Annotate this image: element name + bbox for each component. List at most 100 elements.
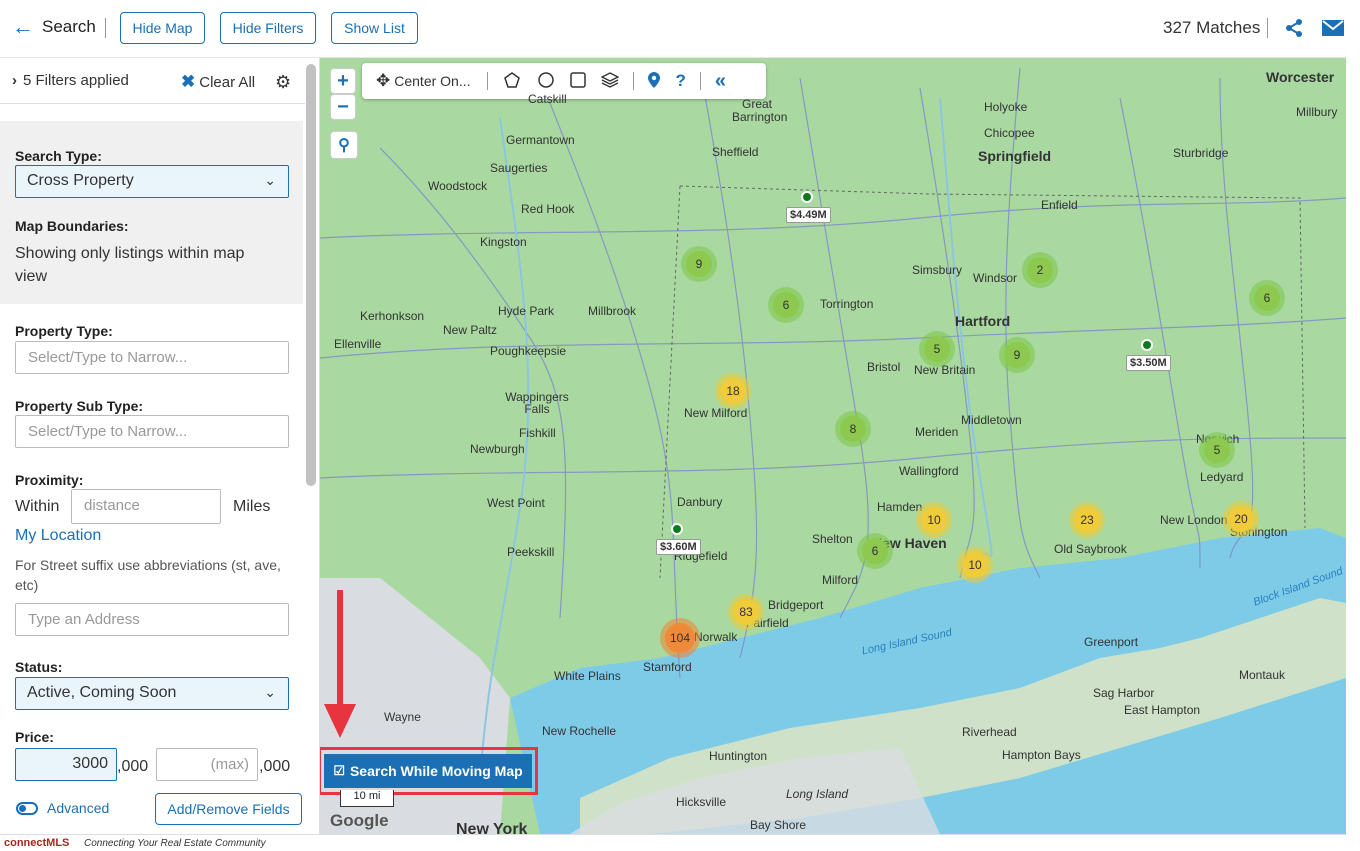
pin-dot <box>801 191 813 203</box>
listing-cluster[interactable]: 5 <box>1199 432 1235 468</box>
city-label: Wallingford <box>899 464 959 478</box>
filters-sidebar: › 5 Filters applied ✖ Clear All ⚙ Search… <box>0 58 320 834</box>
my-location-link[interactable]: My Location <box>15 527 101 545</box>
price-min-input[interactable]: 3000 <box>15 748 117 781</box>
listing-cluster[interactable]: 20 <box>1223 501 1259 537</box>
city-label: Old Saybrook <box>1054 542 1127 556</box>
city-label: Greenport <box>1084 635 1139 649</box>
city-label: Danbury <box>677 495 723 509</box>
scrollbar[interactable] <box>306 64 316 486</box>
search-while-moving-map-inner: ☑ Search While Moving Map <box>324 754 532 788</box>
city-label: Sturbridge <box>1173 146 1229 160</box>
city-label: Bridgeport <box>768 598 824 612</box>
zoom-search-icon[interactable]: ⚲ <box>330 131 358 159</box>
filters-applied-label: 5 Filters applied <box>23 72 129 89</box>
city-label: White Plains <box>554 669 621 683</box>
email-icon[interactable] <box>1322 20 1344 41</box>
listing-cluster[interactable]: 8 <box>835 411 871 447</box>
listing-cluster[interactable]: 6 <box>857 533 893 569</box>
map-view[interactable]: + − ⚲ ✥ Center On... ? « Catskill Great … <box>320 58 1346 834</box>
cluster-count: 23 <box>1074 507 1100 533</box>
zoom-in-button[interactable]: + <box>330 68 356 94</box>
listing-cluster[interactable]: 6 <box>1249 280 1285 316</box>
listing-cluster[interactable]: 5 <box>919 331 955 367</box>
city-label: Sag Harbor <box>1093 686 1155 700</box>
center-on-button[interactable]: Center On... <box>394 73 470 89</box>
city-label: West Point <box>487 496 545 510</box>
city-label: Springfield <box>978 148 1052 164</box>
hide-map-button[interactable]: Hide Map <box>120 12 205 44</box>
city-label: Huntington <box>709 749 768 763</box>
listing-cluster[interactable]: 9 <box>681 246 717 282</box>
divider <box>632 72 634 90</box>
city-label: Shelton <box>812 532 853 546</box>
crosshair-icon[interactable]: ✥ <box>376 71 390 91</box>
city-label: Worcester <box>1266 69 1335 85</box>
checkbox-icon: ☑ <box>333 763 345 778</box>
circle-icon[interactable] <box>537 71 555 92</box>
city-label: Simsbury <box>912 263 963 277</box>
city-label: Windsor <box>973 271 1018 285</box>
rectangle-icon[interactable] <box>569 71 586 91</box>
city-label: Milford <box>822 573 859 587</box>
city-label: Red Hook <box>521 202 575 216</box>
chevron-right-icon: › <box>12 72 17 89</box>
listing-cluster[interactable]: 83 <box>728 594 764 630</box>
back-to-search[interactable]: ← Search <box>12 16 96 38</box>
listing-cluster[interactable]: 10 <box>957 547 993 583</box>
listing-cluster[interactable]: 23 <box>1069 502 1105 538</box>
brand-logo: connectMLS <box>4 837 70 849</box>
distance-input[interactable]: distance <box>71 489 221 524</box>
city-label: New Rochelle <box>542 724 617 738</box>
cluster-count: 2 <box>1027 257 1053 283</box>
gear-icon[interactable]: ⚙ <box>275 72 291 93</box>
divider <box>105 18 106 38</box>
cluster-count: 5 <box>924 336 950 362</box>
pin-dot <box>1141 339 1153 351</box>
status-select[interactable]: Active, Coming Soon ⌄ <box>15 677 289 710</box>
google-logo: Google <box>330 811 389 830</box>
listing-cluster[interactable]: 10 <box>916 502 952 538</box>
show-list-button[interactable]: Show List <box>331 12 418 44</box>
share-icon[interactable] <box>1284 18 1304 43</box>
advanced-toggle[interactable] <box>16 802 38 815</box>
scale-bar: 10 mi <box>340 790 394 807</box>
cluster-count: 83 <box>733 599 759 625</box>
city-label: Millbrook <box>588 304 637 318</box>
property-sub-type-input[interactable]: Select/Type to Narrow... <box>15 415 289 448</box>
add-remove-fields-button[interactable]: Add/Remove Fields <box>155 793 302 825</box>
map-pin-icon[interactable] <box>647 71 660 91</box>
layers-icon[interactable] <box>599 71 620 92</box>
listing-cluster[interactable]: 6 <box>768 287 804 323</box>
address-input[interactable]: Type an Address <box>15 603 289 636</box>
hide-filters-button[interactable]: Hide Filters <box>220 12 316 44</box>
polygon-icon[interactable] <box>503 71 521 92</box>
search-while-moving-map-button[interactable]: ☑ Search While Moving Map <box>320 747 538 795</box>
help-icon[interactable]: ? <box>676 71 686 91</box>
price-label: Price: <box>15 729 54 745</box>
search-type-select[interactable]: Cross Property ⌄ <box>15 165 289 198</box>
listing-cluster[interactable]: 9 <box>999 337 1035 373</box>
listing-cluster[interactable]: 18 <box>715 373 751 409</box>
price-max-input[interactable]: (max) <box>156 748 258 781</box>
listing-cluster[interactable]: 104 <box>660 618 700 658</box>
city-label: Fishkill <box>519 426 556 440</box>
listing-cluster[interactable]: 2 <box>1022 252 1058 288</box>
city-label: Wayne <box>384 710 421 724</box>
collapse-toolbar-icon[interactable]: « <box>715 70 726 93</box>
street-hint: For Street suffix use abbreviations (st,… <box>15 557 281 593</box>
zoom-out-button[interactable]: − <box>330 94 356 120</box>
city-label: Meriden <box>915 425 959 439</box>
clear-all-button[interactable]: ✖ Clear All <box>181 72 255 92</box>
miles-label: Miles <box>233 498 271 515</box>
cluster-count: 18 <box>720 378 746 404</box>
filters-toggle[interactable]: › 5 Filters applied <box>12 72 129 89</box>
annotation-arrow-icon <box>324 590 356 738</box>
advanced-label[interactable]: Advanced <box>47 800 109 816</box>
city-label: Newburgh <box>470 442 525 456</box>
cluster-count: 9 <box>686 251 712 277</box>
city-label: Kingston <box>480 235 527 249</box>
pin-price: $3.60M <box>656 539 701 555</box>
cluster-count: 10 <box>962 552 988 578</box>
property-type-input[interactable]: Select/Type to Narrow... <box>15 341 289 374</box>
